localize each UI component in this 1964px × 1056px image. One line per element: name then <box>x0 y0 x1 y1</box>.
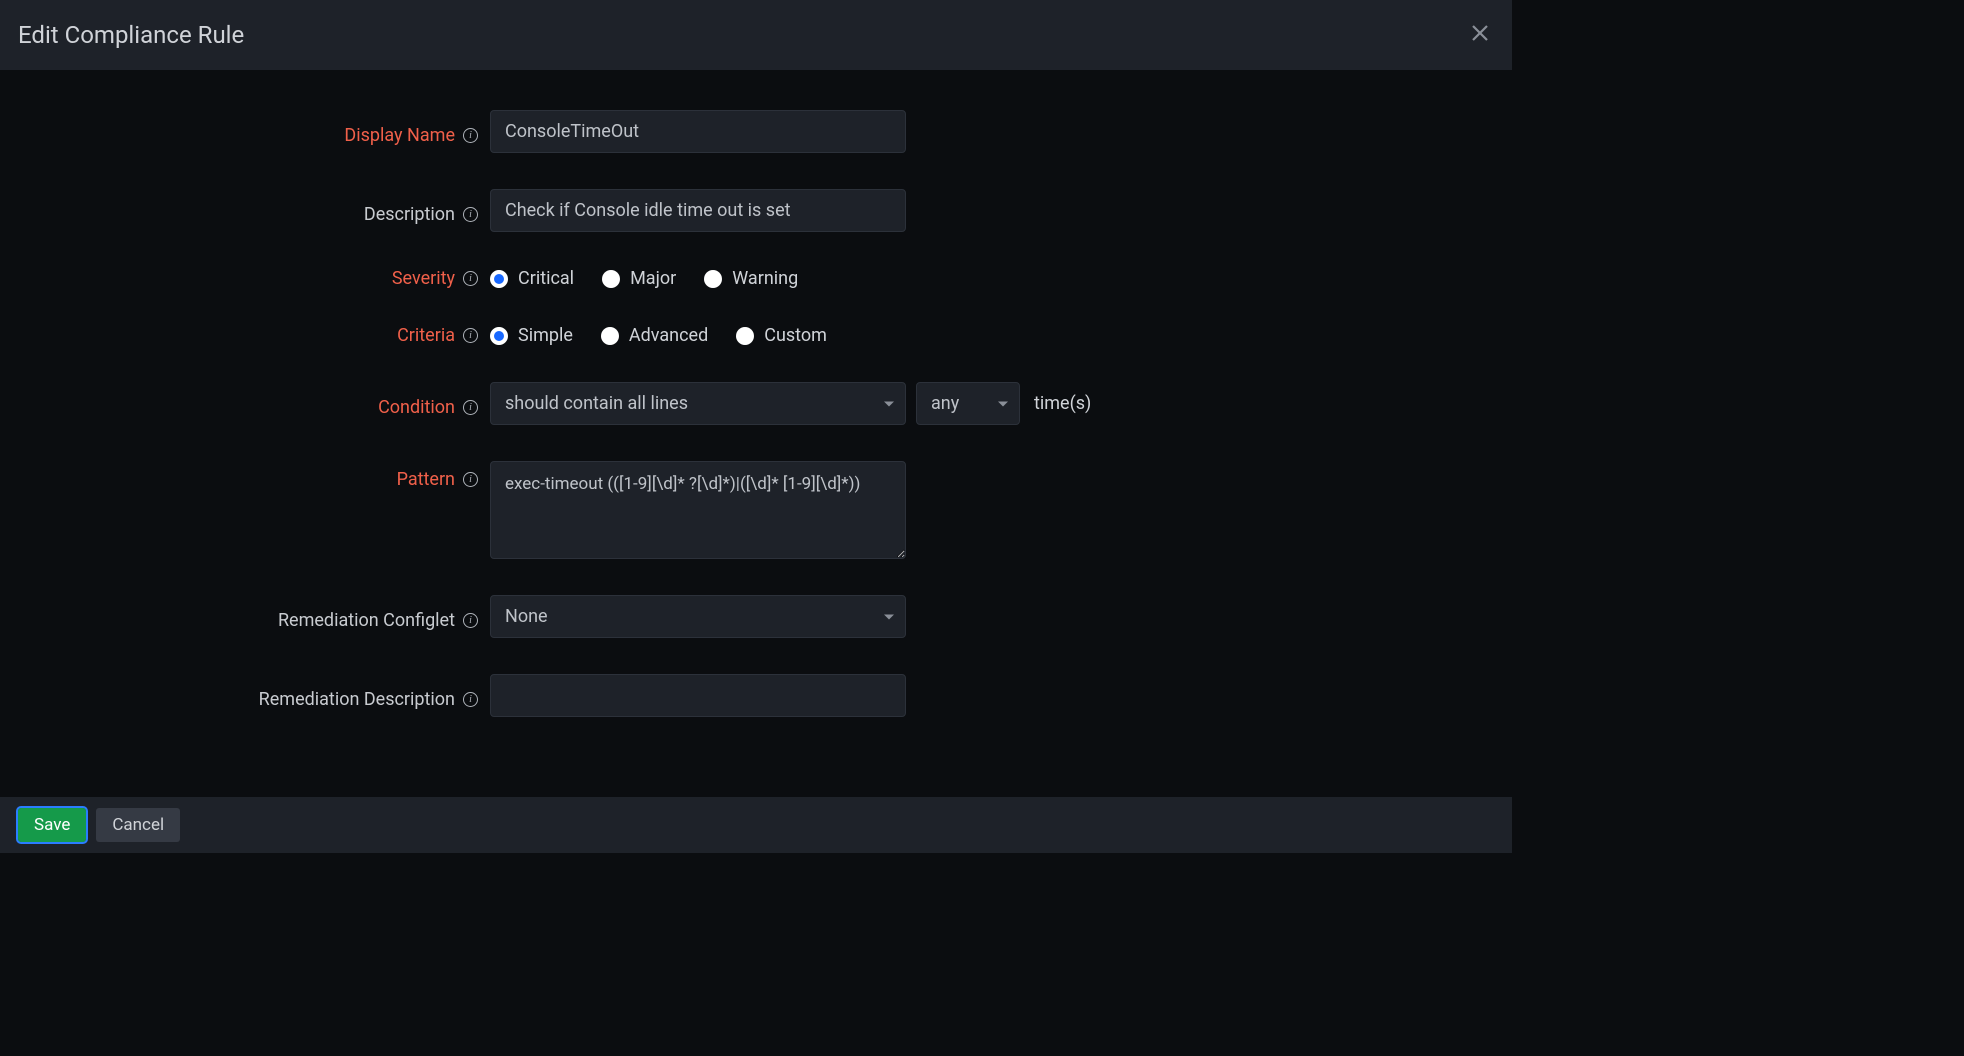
label-col: Remediation Configlet i <box>20 602 490 631</box>
pattern-label: Pattern <box>397 469 455 490</box>
label-col: Remediation Description i <box>20 681 490 710</box>
condition-select[interactable]: should contain all lines <box>490 382 906 425</box>
radio-label: Simple <box>518 325 573 346</box>
info-icon[interactable]: i <box>463 271 478 286</box>
description-input[interactable] <box>490 189 906 232</box>
dialog-footer: Save Cancel <box>0 797 1512 853</box>
criteria-radio-advanced[interactable]: Advanced <box>601 325 708 346</box>
row-pattern: Pattern i <box>20 461 1492 559</box>
label-col: Severity i <box>20 268 490 289</box>
remediation-configlet-label: Remediation Configlet <box>278 610 455 631</box>
label-col: Description i <box>20 196 490 225</box>
label-col: Condition i <box>20 389 490 418</box>
remediation-description-input[interactable] <box>490 674 906 717</box>
row-criteria: Criteria i Simple Advanced Custom <box>20 325 1492 346</box>
info-icon[interactable]: i <box>463 400 478 415</box>
severity-radio-group: Critical Major Warning <box>490 268 798 289</box>
form-body: Display Name i Description i Severity i <box>0 70 1512 767</box>
cancel-button[interactable]: Cancel <box>96 808 180 842</box>
info-icon[interactable]: i <box>463 128 478 143</box>
label-col: Criteria i <box>20 325 490 346</box>
pattern-input[interactable] <box>490 461 906 559</box>
severity-radio-major[interactable]: Major <box>602 268 676 289</box>
info-icon[interactable]: i <box>463 692 478 707</box>
criteria-radio-group: Simple Advanced Custom <box>490 325 827 346</box>
severity-radio-critical[interactable]: Critical <box>490 268 574 289</box>
row-display-name: Display Name i <box>20 110 1492 153</box>
condition-label: Condition <box>378 397 455 418</box>
info-icon[interactable]: i <box>463 472 478 487</box>
row-condition: Condition i should contain all lines any… <box>20 382 1492 425</box>
severity-radio-warning[interactable]: Warning <box>704 268 798 289</box>
radio-label: Warning <box>732 268 798 289</box>
dialog-header: Edit Compliance Rule <box>0 0 1512 70</box>
radio-label: Advanced <box>629 325 708 346</box>
remediation-description-label: Remediation Description <box>259 689 455 710</box>
radio-label: Major <box>630 268 676 289</box>
display-name-input[interactable] <box>490 110 906 153</box>
criteria-radio-simple[interactable]: Simple <box>490 325 573 346</box>
close-icon[interactable] <box>1466 19 1494 52</box>
edit-compliance-rule-dialog: Edit Compliance Rule Display Name i Desc… <box>0 0 1512 853</box>
radio-label: Critical <box>518 268 574 289</box>
row-remediation-configlet: Remediation Configlet i None <box>20 595 1492 638</box>
save-button[interactable]: Save <box>18 808 86 842</box>
info-icon[interactable]: i <box>463 613 478 628</box>
condition-times-select[interactable]: any <box>916 382 1020 425</box>
info-icon[interactable]: i <box>463 207 478 222</box>
row-description: Description i <box>20 189 1492 232</box>
row-remediation-description: Remediation Description i <box>20 674 1492 717</box>
info-icon[interactable]: i <box>463 328 478 343</box>
radio-label: Custom <box>764 325 827 346</box>
label-col: Pattern i <box>20 461 490 490</box>
label-col: Display Name i <box>20 117 490 146</box>
criteria-radio-custom[interactable]: Custom <box>736 325 827 346</box>
row-severity: Severity i Critical Major Warning <box>20 268 1492 289</box>
display-name-label: Display Name <box>344 125 455 146</box>
description-label: Description <box>364 204 455 225</box>
dialog-title: Edit Compliance Rule <box>18 21 244 49</box>
criteria-label: Criteria <box>397 325 455 346</box>
remediation-configlet-select[interactable]: None <box>490 595 906 638</box>
severity-label: Severity <box>392 268 455 289</box>
times-suffix: time(s) <box>1034 393 1091 414</box>
